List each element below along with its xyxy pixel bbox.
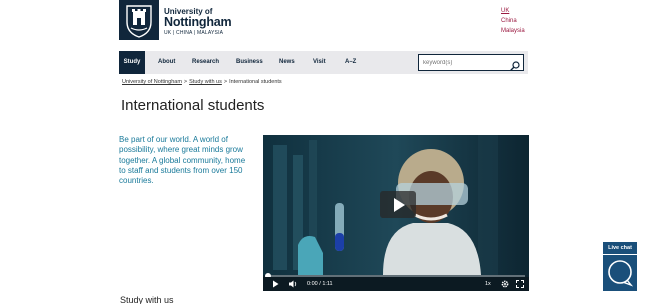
live-chat-widget[interactable]: Live chat	[603, 242, 637, 291]
breadcrumb-link-study[interactable]: Study with us	[189, 79, 222, 85]
search-icon[interactable]	[510, 58, 520, 71]
campus-link-malaysia[interactable]: Malaysia	[501, 26, 525, 36]
nav-item-business[interactable]: Business	[236, 51, 263, 74]
breadcrumb: University of Nottingham > Study with us > I…	[122, 79, 282, 85]
breadcrumb-link-home[interactable]: University of Nottingham	[122, 79, 182, 85]
logo-campuses: UK | CHINA | MALAYSIA	[164, 30, 224, 36]
section-heading: Study with us	[120, 295, 174, 304]
university-logo[interactable]: University of Nottingham UK | CHINA | MA…	[119, 0, 232, 40]
main-nav: Study About Research Business News Visit…	[119, 51, 528, 74]
chat-bubble-icon	[608, 260, 633, 287]
breadcrumb-current: International students	[229, 79, 282, 85]
live-chat-button[interactable]	[603, 255, 637, 291]
settings-icon[interactable]	[501, 280, 509, 288]
nav-item-about[interactable]: About	[158, 51, 175, 74]
search-box	[418, 54, 524, 71]
fullscreen-icon[interactable]	[516, 280, 524, 288]
nav-item-visit[interactable]: Visit	[313, 51, 326, 74]
campus-link-china[interactable]: China	[501, 16, 525, 26]
play-overlay-button[interactable]	[380, 191, 416, 218]
campus-switcher: UK China Malaysia	[501, 6, 525, 36]
time-total: 1:11	[322, 281, 333, 287]
intro-text: Be part of our world. A world of possibi…	[119, 135, 246, 186]
time-separator: /	[319, 281, 321, 287]
page-title: International students	[121, 97, 265, 114]
live-chat-label[interactable]: Live chat	[603, 242, 637, 254]
search-input[interactable]	[423, 58, 509, 67]
campus-link-uk[interactable]: UK	[501, 6, 525, 16]
playback-speed-button[interactable]: 1x	[485, 280, 491, 288]
crest-icon	[119, 0, 159, 40]
breadcrumb-separator: >	[223, 79, 228, 85]
nav-item-news[interactable]: News	[279, 51, 295, 74]
video-player: 0:00 / 1:11 1x	[263, 135, 529, 291]
nav-item-research[interactable]: Research	[192, 51, 219, 74]
time-current: 0:00	[307, 281, 318, 287]
video-controls: 0:00 / 1:11 1x	[263, 277, 529, 291]
logo-name: Nottingham	[164, 15, 232, 29]
volume-icon[interactable]	[289, 280, 298, 288]
nav-item-a-z[interactable]: A–Z	[345, 51, 356, 74]
breadcrumb-separator: >	[183, 79, 188, 85]
nav-item-study[interactable]: Study	[119, 51, 145, 74]
play-icon[interactable]	[272, 280, 279, 288]
video-time: 0:00 / 1:11	[307, 280, 333, 288]
